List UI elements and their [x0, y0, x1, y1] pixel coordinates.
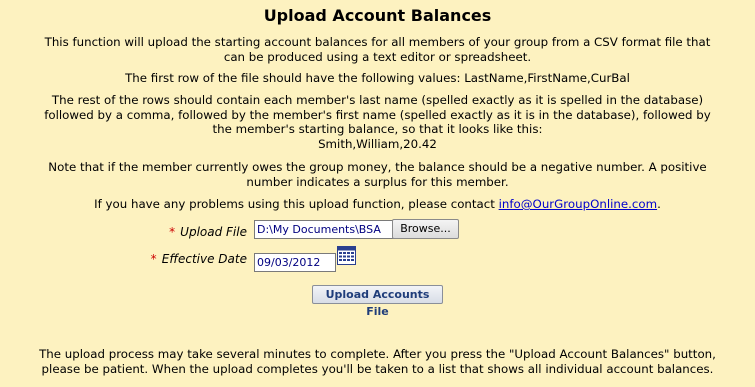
instructions-paragraph-3: The rest of the rows should contain each… — [40, 93, 715, 151]
contact-text: If you have any problems using this uplo… — [94, 197, 499, 211]
instructions-paragraph-5: If you have any problems using this uplo… — [40, 197, 715, 212]
effective-date-input[interactable]: 09/03/2012 — [254, 253, 336, 272]
contact-email-link[interactable]: info@OurGroupOnline.com — [499, 197, 657, 211]
csv-example: Smith,William,20.42 — [318, 136, 437, 151]
effective-date-label-group: * Effective Date — [151, 248, 247, 267]
required-marker: * — [150, 252, 157, 266]
instructions-paragraph-3-text: The rest of the rows should contain each… — [44, 93, 711, 136]
browse-button[interactable]: Browse... — [392, 219, 459, 239]
instructions-paragraph-2: The first row of the file should have th… — [125, 71, 630, 85]
page-title: Upload Account Balances — [263, 6, 492, 25]
effective-date-label: Effective Date — [161, 252, 247, 266]
instructions-paragraph-4: Note that if the member currently owes t… — [48, 160, 707, 189]
upload-accounts-file-button[interactable]: Upload Accounts File — [312, 285, 443, 318]
calendar-icon[interactable] — [337, 246, 356, 265]
upload-file-input[interactable]: D:\My Documents\BSA — [254, 220, 394, 239]
upload-file-label: Upload File — [180, 225, 247, 239]
contact-text-end: . — [657, 197, 661, 211]
footer-note: The upload process may take several minu… — [39, 347, 716, 376]
instructions-paragraph-1: This function will upload the starting a… — [44, 35, 711, 64]
upload-file-label-group: * Upload File — [169, 221, 247, 240]
required-marker: * — [169, 225, 176, 239]
